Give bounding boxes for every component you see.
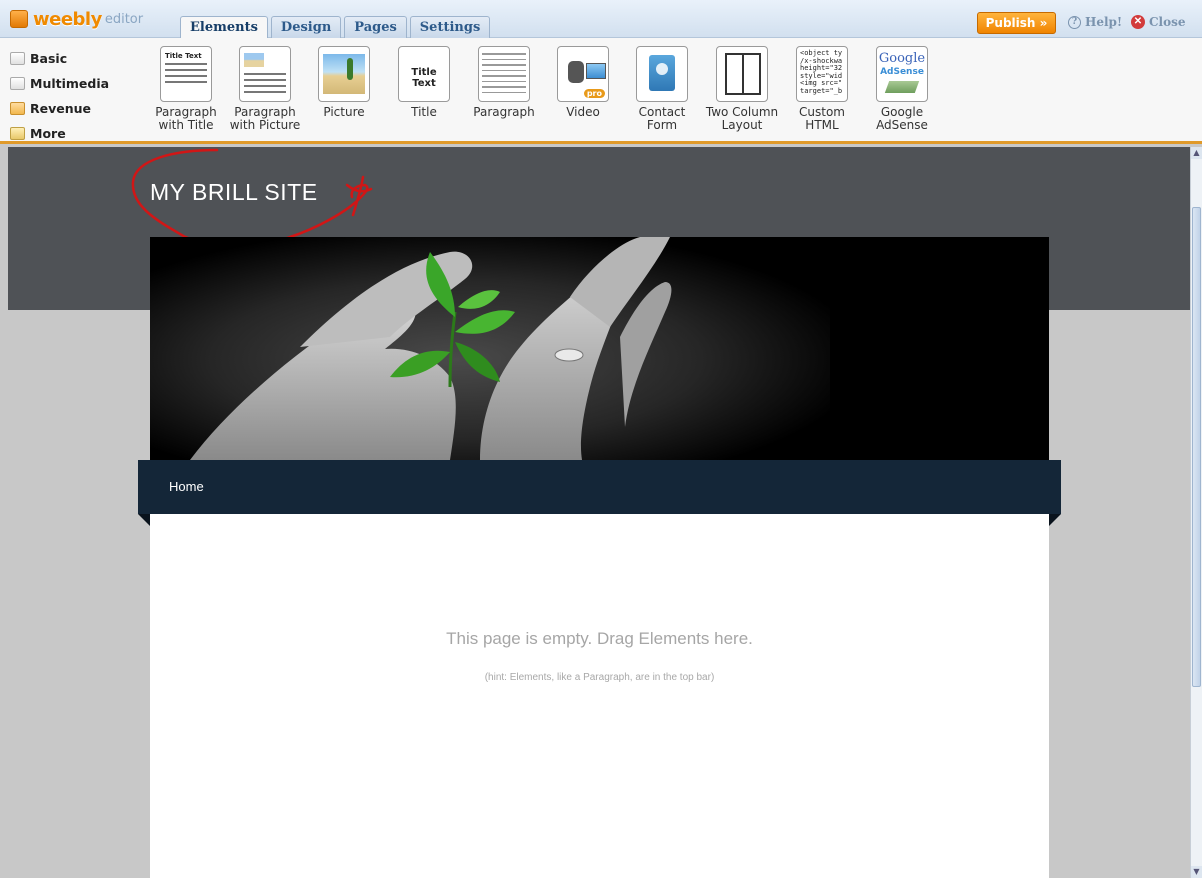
element-label: Google AdSense: [876, 105, 928, 132]
element-custom-html[interactable]: <object ty /x-shockwa height="32 style="…: [782, 46, 862, 132]
category-label: Multimedia: [30, 76, 110, 91]
pro-badge: pro: [583, 89, 605, 98]
element-label: Contact Form: [638, 105, 686, 132]
scroll-down-arrow-icon[interactable]: ▼: [1191, 866, 1202, 878]
element-google-adsense[interactable]: Google AdSense Google AdSense: [862, 46, 942, 132]
element-label: Paragraph with Picture: [229, 105, 301, 132]
title-thumbnail-icon: Title Text: [398, 46, 450, 102]
tab-elements[interactable]: Elements: [180, 16, 268, 40]
nav-ribbon-right-fold: [1049, 514, 1061, 526]
header-banner-image[interactable]: [150, 237, 1049, 460]
weebly-logo[interactable]: weebly editor: [10, 6, 143, 32]
help-icon: ?: [1068, 15, 1081, 29]
category-label: Revenue: [30, 101, 92, 116]
picture-thumbnail-icon: [318, 46, 370, 102]
site-canvas: MY BRILL SITE Home This page is empty. D…: [0, 147, 1190, 878]
element-paragraph-with-title[interactable]: Title Text Paragraph with Title: [146, 46, 226, 132]
hands-and-seedling-image: [150, 237, 1049, 460]
nav-item-home[interactable]: Home: [169, 479, 204, 494]
paragraph-thumbnail-icon: [478, 46, 530, 102]
element-picture[interactable]: Picture: [304, 46, 384, 119]
close-link[interactable]: ✕ Close: [1131, 15, 1186, 29]
help-link[interactable]: ? Help!: [1068, 15, 1122, 29]
publish-button[interactable]: Publish »: [977, 12, 1056, 34]
help-label: Help!: [1085, 15, 1123, 29]
empty-page-hint: (hint: Elements, like a Paragraph, are i…: [484, 672, 715, 683]
element-label: Title: [411, 105, 437, 119]
google-adsense-icon: Google AdSense: [876, 46, 928, 102]
close-label: Close: [1149, 15, 1186, 29]
category-multimedia[interactable]: Multimedia: [10, 71, 109, 96]
element-label: Paragraph with Title: [155, 105, 217, 132]
more-arrow-icon: [10, 127, 25, 140]
logo-editor-text: editor: [104, 11, 144, 27]
element-label: Video: [566, 105, 600, 119]
close-icon: ✕: [1131, 15, 1145, 29]
video-camera-icon: pro: [557, 46, 609, 102]
elements-toolbar: Basic Multimedia Revenue More Title Text…: [0, 38, 1202, 144]
tab-settings[interactable]: Settings: [409, 16, 491, 39]
element-label: Custom HTML: [799, 105, 845, 132]
thumb-adsense-text: AdSense: [880, 67, 924, 77]
thumb-code-text: <object ty /x-shockwa height="32 style="…: [800, 49, 843, 95]
tab-design[interactable]: Design: [270, 16, 342, 39]
contact-form-icon: [636, 46, 688, 102]
element-categories: Basic Multimedia Revenue More: [10, 46, 109, 146]
element-label: Two Column Layout: [705, 105, 779, 132]
editor-tabs: Elements Design Pages Settings: [180, 16, 491, 40]
element-paragraph[interactable]: Paragraph: [464, 46, 544, 119]
revenue-icon: [10, 102, 25, 115]
page-content-drop-area[interactable]: This page is empty. Drag Elements here. …: [150, 514, 1049, 878]
media-icon: [10, 77, 25, 90]
thumb-title-text: Title Text: [165, 52, 202, 60]
scroll-up-arrow-icon[interactable]: ▲: [1191, 147, 1202, 159]
two-column-layout-icon: [716, 46, 768, 102]
category-more[interactable]: More: [10, 121, 109, 146]
thumb-google-text: Google: [878, 51, 926, 66]
vertical-scrollbar[interactable]: ▲ ▼: [1190, 147, 1202, 878]
weebly-cube-icon: [10, 10, 28, 28]
paragraph-with-title-thumbnail-icon: Title Text: [160, 46, 212, 102]
logo-brand-text: weebly: [33, 8, 102, 30]
empty-page-message: This page is empty. Drag Elements here.: [446, 629, 753, 648]
element-video[interactable]: pro Video: [543, 46, 623, 119]
element-two-column-layout[interactable]: Two Column Layout: [702, 46, 782, 132]
thumb-title-text: Title Text: [411, 67, 437, 89]
site-navigation-bar: Home: [138, 460, 1061, 526]
tab-pages[interactable]: Pages: [344, 16, 407, 39]
category-revenue[interactable]: Revenue: [10, 96, 109, 121]
element-label: Picture: [323, 105, 365, 119]
scrollbar-thumb[interactable]: [1192, 207, 1201, 687]
element-title[interactable]: Title Text Title: [384, 46, 464, 119]
category-label: More: [30, 126, 66, 141]
custom-html-code-icon: <object ty /x-shockwa height="32 style="…: [796, 46, 848, 102]
element-label: Paragraph: [473, 105, 535, 119]
category-label: Basic: [30, 51, 68, 66]
element-paragraph-with-picture[interactable]: Paragraph with Picture: [225, 46, 305, 132]
editor-top-bar: weebly editor Elements Design Pages Sett…: [0, 0, 1202, 40]
paragraph-with-picture-thumbnail-icon: [239, 46, 291, 102]
nav-ribbon-left-fold: [138, 514, 150, 526]
element-contact-form[interactable]: Contact Form: [622, 46, 702, 132]
page-icon: [10, 52, 25, 65]
category-basic[interactable]: Basic: [10, 46, 109, 71]
